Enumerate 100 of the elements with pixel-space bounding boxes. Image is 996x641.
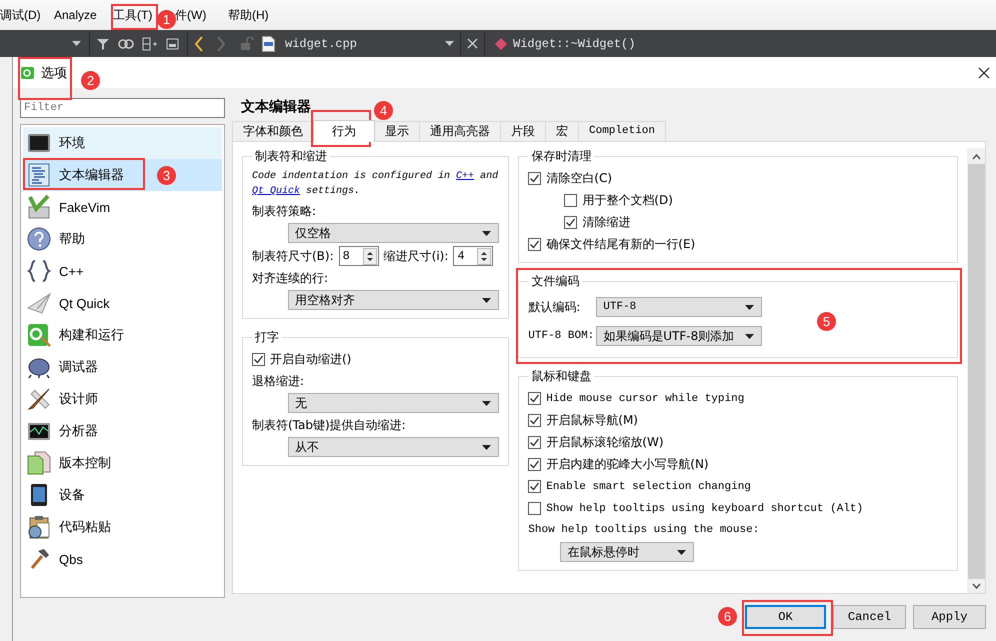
menu-item[interactable]: Analyze bbox=[54, 8, 97, 22]
nav-item[interactable]: Qbs bbox=[23, 543, 222, 575]
checkbox-label[interactable]: 清除缩进 bbox=[582, 214, 630, 231]
nav-item[interactable]: 调试器 bbox=[23, 351, 222, 383]
dropdown[interactable]: 如果编码是UTF-8则添加 bbox=[596, 326, 762, 346]
checkbox[interactable] bbox=[252, 353, 265, 366]
field-label: UTF-8 BOM: bbox=[528, 329, 596, 344]
window-icon[interactable] bbox=[166, 38, 179, 50]
checkbox[interactable] bbox=[528, 436, 542, 449]
page-heading: 文本编辑器 bbox=[240, 98, 311, 116]
group-title: 打字 bbox=[252, 329, 282, 345]
checkbox[interactable] bbox=[528, 238, 542, 251]
file-icon bbox=[262, 36, 275, 52]
nav-item[interactable]: 帮助 bbox=[23, 223, 222, 255]
checkbox-label[interactable]: Hide mouse cursor while typing bbox=[546, 392, 744, 404]
dropdown[interactable]: 无 bbox=[288, 393, 500, 413]
checkbox-label[interactable]: 开启内建的驼峰大小写导航(N) bbox=[546, 456, 709, 473]
annotation-box bbox=[311, 110, 371, 147]
dropdown[interactable]: UTF-8 bbox=[596, 297, 762, 317]
close-icon[interactable] bbox=[978, 66, 990, 78]
menu-item[interactable]: 工具(T) bbox=[113, 6, 152, 24]
settings-link[interactable]: Qt Quick bbox=[252, 186, 300, 197]
checkbox[interactable] bbox=[564, 216, 578, 229]
nav-item[interactable]: 设备 bbox=[23, 479, 222, 511]
checkbox[interactable] bbox=[528, 458, 542, 471]
group-title: 文件编码 bbox=[528, 273, 582, 289]
dropdown[interactable]: 仅空格 bbox=[288, 223, 500, 243]
tab[interactable]: 行为 bbox=[313, 120, 375, 142]
tab[interactable]: Completion bbox=[578, 121, 666, 141]
checkbox-label[interactable]: 确保文件结尾有新的一行(E) bbox=[546, 236, 696, 253]
dialog-button[interactable]: Cancel bbox=[833, 605, 906, 629]
checkbox[interactable] bbox=[528, 172, 542, 185]
checkbox-label[interactable]: 开启鼠标滚轮缩放(W) bbox=[546, 434, 664, 451]
monitor-icon bbox=[27, 131, 51, 155]
dropdown[interactable]: 用空格对齐 bbox=[288, 290, 500, 310]
documents-icon bbox=[27, 451, 51, 475]
dropdown[interactable]: 在鼠标悬停时 bbox=[560, 542, 694, 562]
nav-item[interactable]: 版本控制 bbox=[23, 447, 222, 479]
caret-icon[interactable] bbox=[72, 41, 81, 46]
caret-icon bbox=[482, 444, 492, 450]
nav-item[interactable]: 构建和运行 bbox=[23, 319, 222, 351]
dialog-button[interactable]: OK bbox=[745, 605, 826, 629]
field-label: 对齐连续的行: bbox=[252, 270, 330, 287]
checkbox-label[interactable]: 开启鼠标导航(M) bbox=[546, 412, 638, 429]
nav-item[interactable]: C++ bbox=[23, 255, 222, 287]
filter-field[interactable]: Filter bbox=[20, 98, 225, 118]
filter-icon[interactable] bbox=[96, 36, 110, 50]
spin-box[interactable]: 4 bbox=[453, 246, 494, 266]
spin-box[interactable]: 8 bbox=[338, 246, 379, 266]
spin-arrows-icon[interactable] bbox=[362, 248, 377, 264]
paintbrush-icon bbox=[27, 387, 51, 411]
field-label: 制表符尺寸(B): bbox=[252, 248, 334, 265]
spin-arrows-icon[interactable] bbox=[477, 248, 492, 264]
nav-item[interactable]: 环境 bbox=[23, 127, 222, 159]
dialog-button[interactable]: Apply bbox=[913, 605, 986, 629]
checkbox[interactable] bbox=[528, 392, 542, 405]
menu-item[interactable]: 调试(D) bbox=[0, 6, 41, 24]
checkbox-label[interactable]: Show help tooltips using keyboard shortcut (Alt) bbox=[546, 502, 864, 514]
nav-item[interactable]: 设计师 bbox=[23, 383, 222, 415]
checkbox[interactable] bbox=[528, 502, 542, 515]
link-icon[interactable] bbox=[118, 38, 134, 48]
nav-item[interactable]: 分析器 bbox=[23, 415, 222, 447]
paper-plane-icon bbox=[27, 291, 51, 315]
diamond-icon bbox=[495, 38, 507, 50]
checkbox-label[interactable]: 用于整个文档(D) bbox=[582, 192, 673, 209]
group-title: 制表符和缩进 bbox=[252, 148, 330, 164]
scroll-up-icon[interactable] bbox=[972, 154, 981, 160]
caret-icon bbox=[482, 230, 492, 236]
indentation-note: Code indentation is configured in C++ and Qt Quick settings. bbox=[252, 170, 500, 199]
checkbox-label[interactable]: 开启自动缩进() bbox=[270, 351, 352, 368]
menu-item[interactable]: 帮助(H) bbox=[228, 6, 269, 24]
scrollbar[interactable] bbox=[967, 148, 985, 593]
checkbox[interactable] bbox=[528, 480, 542, 493]
group-title: 保存时清理 bbox=[528, 148, 594, 164]
field-label: 制表符(Tab键)提供自动缩进: bbox=[252, 417, 407, 434]
checkbox-label[interactable]: 清除空白(C) bbox=[546, 170, 612, 187]
nav-item[interactable]: FakeVim bbox=[23, 191, 222, 223]
menu-item[interactable]: 件(W) bbox=[175, 6, 206, 24]
checkbox[interactable] bbox=[528, 414, 542, 427]
nav-item[interactable]: 代码粘贴 bbox=[23, 511, 222, 543]
annotation-box bbox=[111, 4, 158, 30]
caret-icon[interactable] bbox=[445, 41, 454, 46]
caret-icon bbox=[745, 304, 754, 310]
tab[interactable]: 字体和颜色 bbox=[232, 121, 314, 141]
nav-item[interactable]: Qt Quick bbox=[23, 287, 222, 319]
lock-icon bbox=[240, 36, 254, 50]
clipboard-icon bbox=[27, 515, 51, 539]
file-selector[interactable]: widget.cpp bbox=[285, 36, 445, 50]
split-icon[interactable] bbox=[142, 36, 158, 50]
scroll-down-icon[interactable] bbox=[972, 583, 981, 589]
checkbox[interactable] bbox=[564, 194, 578, 207]
window-title: 选项 bbox=[41, 64, 67, 82]
caret-icon bbox=[482, 298, 492, 302]
settings-link[interactable]: C++ bbox=[456, 171, 474, 182]
checkbox-label[interactable]: Enable smart selection changing bbox=[546, 480, 751, 492]
field-label: 退格缩进: bbox=[252, 373, 306, 390]
caret-icon bbox=[745, 334, 754, 338]
dropdown[interactable]: 从不 bbox=[288, 437, 500, 457]
document-icon bbox=[27, 163, 51, 187]
symbol-selector[interactable]: Widget::~Widget() bbox=[513, 36, 636, 50]
